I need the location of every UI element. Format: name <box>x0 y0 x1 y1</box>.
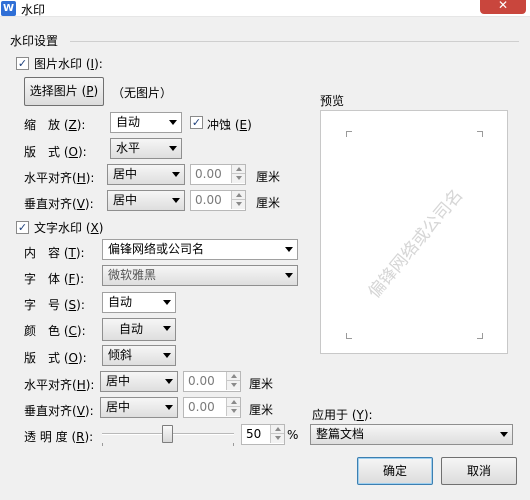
picture-v-align-dropdown[interactable]: 居中 <box>107 190 185 211</box>
scale-label: 缩 放 (Z): <box>24 118 86 132</box>
picture-status: （无图片） <box>112 86 173 100</box>
group-label: 水印设置 <box>10 34 59 48</box>
close-button[interactable]: ✕ <box>480 0 526 14</box>
spin-up-icon[interactable] <box>270 425 284 434</box>
apply-to-dropdown[interactable]: 整篇文档 <box>310 424 513 445</box>
chevron-down-icon <box>163 353 171 358</box>
picture-h-offset-spinner[interactable]: 0.00 <box>190 164 246 185</box>
picture-v-align-label: 垂直对齐(V): <box>24 197 94 211</box>
spin-up-icon[interactable] <box>226 398 240 407</box>
picture-layout-label: 版 式 (O): <box>24 145 87 159</box>
text-h-align-label: 水平对齐(H): <box>24 378 95 392</box>
spin-up-icon[interactable] <box>231 191 245 200</box>
transparency-spinner[interactable]: 50 <box>241 424 285 445</box>
washout-checkbox[interactable]: ✓ <box>190 116 203 129</box>
preview-label: 预览 <box>320 94 345 108</box>
content-dropdown[interactable]: 偏锋网络或公司名 <box>102 239 298 260</box>
transparency-label: 透 明 度 (R): <box>24 430 94 444</box>
text-watermark-checkbox[interactable]: ✓ <box>16 221 29 234</box>
apply-to-label: 应用于 (Y): <box>312 408 373 422</box>
select-picture-button[interactable]: 选择图片 (P) <box>24 77 104 106</box>
picture-h-align-dropdown[interactable]: 居中 <box>107 164 185 185</box>
transparency-unit: % <box>287 428 299 442</box>
text-v-align-dropdown[interactable]: 居中 <box>100 397 178 418</box>
font-label: 字 体 (F): <box>24 272 85 286</box>
text-h-unit: 厘米 <box>249 377 274 391</box>
color-label: 颜 色 (C): <box>24 324 86 338</box>
text-layout-label: 版 式 (O): <box>24 351 87 365</box>
picture-watermark-label: 图片水印 (I): <box>34 57 103 71</box>
margin-corner-mark <box>477 131 483 137</box>
slider-tick <box>102 443 103 446</box>
size-label: 字 号 (S): <box>24 298 85 312</box>
text-v-offset-spinner[interactable]: 0.00 <box>183 397 241 418</box>
chevron-down-icon <box>285 273 293 278</box>
text-layout-dropdown[interactable]: 倾斜 <box>102 345 176 366</box>
chevron-down-icon <box>165 405 173 410</box>
window-title: 水印 <box>21 3 46 17</box>
picture-layout-dropdown[interactable]: 水平 <box>110 138 182 159</box>
font-dropdown[interactable]: 微软雅黑 <box>102 265 298 286</box>
spin-down-icon[interactable] <box>270 434 284 443</box>
title-bar <box>0 0 530 17</box>
text-h-align-dropdown[interactable]: 居中 <box>100 371 178 392</box>
spin-down-icon[interactable] <box>231 200 245 209</box>
washout-label: 冲蚀 (E) <box>207 118 252 132</box>
text-v-align-label: 垂直对齐(V): <box>24 404 94 418</box>
slider-tick <box>233 443 234 446</box>
chevron-down-icon <box>163 326 171 331</box>
spin-down-icon[interactable] <box>231 174 245 183</box>
text-h-offset-spinner[interactable]: 0.00 <box>183 371 241 392</box>
transparency-slider-thumb[interactable] <box>162 425 173 443</box>
chevron-down-icon <box>169 146 177 151</box>
spin-up-icon[interactable] <box>231 165 245 174</box>
chevron-down-icon <box>165 379 173 384</box>
cancel-button[interactable]: 取消 <box>441 457 517 485</box>
wps-app-icon: W <box>1 1 16 16</box>
margin-corner-mark <box>346 131 352 137</box>
picture-v-unit: 厘米 <box>256 196 281 210</box>
ok-button[interactable]: 确定 <box>357 457 433 485</box>
size-dropdown[interactable]: 自动 <box>102 292 176 313</box>
picture-watermark-checkbox[interactable]: ✓ <box>16 57 29 70</box>
margin-corner-mark <box>477 333 483 339</box>
spin-down-icon[interactable] <box>226 381 240 390</box>
content-label: 内 容 (T): <box>24 246 85 260</box>
spin-down-icon[interactable] <box>226 407 240 416</box>
color-picker-button[interactable]: 自动 <box>102 318 176 341</box>
picture-h-unit: 厘米 <box>256 170 281 184</box>
spin-up-icon[interactable] <box>226 372 240 381</box>
picture-v-offset-spinner[interactable]: 0.00 <box>190 190 246 211</box>
chevron-down-icon <box>172 198 180 203</box>
text-v-unit: 厘米 <box>249 403 274 417</box>
chevron-down-icon <box>169 120 177 125</box>
scale-dropdown[interactable]: 自动 <box>110 112 182 133</box>
text-watermark-label: 文字水印 (X) <box>34 221 104 235</box>
chevron-down-icon <box>172 172 180 177</box>
picture-h-align-label: 水平对齐(H): <box>24 171 95 185</box>
chevron-down-icon <box>163 300 171 305</box>
chevron-down-icon <box>500 432 508 437</box>
group-divider <box>70 41 519 42</box>
chevron-down-icon <box>285 247 293 252</box>
margin-corner-mark <box>346 333 352 339</box>
